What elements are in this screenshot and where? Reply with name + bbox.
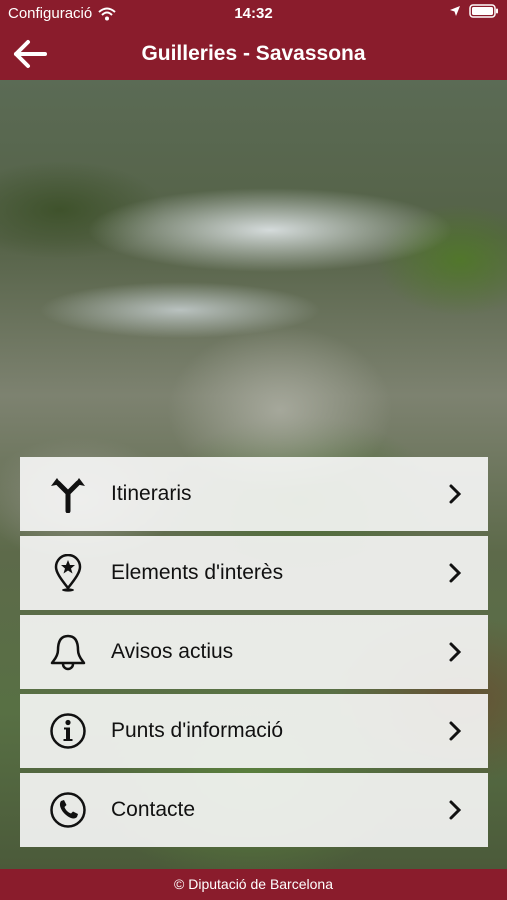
main-menu: Itineraris Elements d'interès Avisos act…: [20, 457, 488, 852]
chevron-right-icon: [449, 642, 462, 662]
battery-icon: [469, 4, 498, 18]
status-time: 14:32: [234, 5, 273, 22]
menu-item-elements-interes[interactable]: Elements d'interès: [20, 536, 488, 610]
info-circle-icon: [50, 713, 86, 749]
menu-item-label: Contacte: [111, 798, 196, 821]
nav-bar: Guilleries - Savassona: [0, 28, 507, 80]
status-bar: Configuració 14:32: [0, 0, 507, 28]
route-signpost-icon: [51, 478, 85, 513]
menu-item-avisos-actius[interactable]: Avisos actius: [20, 615, 488, 689]
chevron-right-icon: [449, 563, 462, 583]
footer-copyright: © Diputació de Barcelona: [0, 869, 507, 900]
menu-item-label: Punts d'informació: [111, 719, 284, 742]
chevron-right-icon: [449, 721, 462, 741]
status-right: [449, 4, 499, 18]
map-pin-star-icon: [54, 554, 82, 592]
bell-icon: [50, 634, 86, 671]
page-title: Guilleries - Savassona: [141, 42, 366, 65]
phone-icon: [50, 792, 86, 828]
menu-item-contacte[interactable]: Contacte: [20, 773, 488, 847]
location-arrow-icon: [450, 6, 460, 16]
menu-item-itineraris[interactable]: Itineraris: [20, 457, 488, 531]
menu-item-punts-informacio[interactable]: Punts d'informació: [20, 694, 488, 768]
chevron-right-icon: [449, 800, 462, 820]
menu-item-label: Avisos actius: [111, 640, 234, 663]
menu-item-label: Itineraris: [111, 482, 192, 505]
waterfall-background-image: Itineraris Elements d'interès Avisos act…: [0, 80, 507, 869]
chevron-right-icon: [449, 484, 462, 504]
menu-item-label: Elements d'interès: [111, 561, 284, 584]
